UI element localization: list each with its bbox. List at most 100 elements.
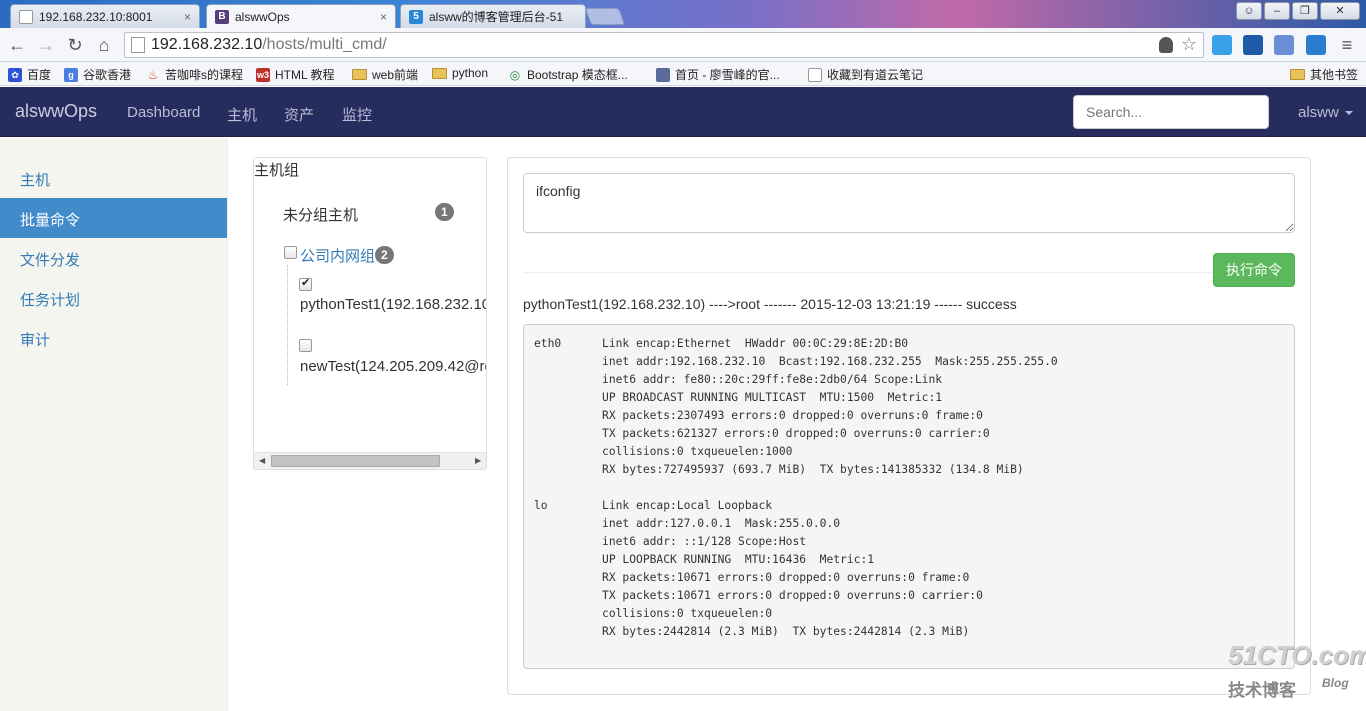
minimize-icon[interactable]: – xyxy=(1264,2,1290,20)
run-command-button[interactable]: 执行命令 xyxy=(1213,253,1295,287)
url-path: /hosts/multi_cmd/ xyxy=(262,36,387,53)
browser-tab-2[interactable]: B alswwOps × xyxy=(206,4,396,29)
page-icon xyxy=(131,37,145,53)
extension-icon[interactable] xyxy=(1306,35,1326,55)
host-label-newtest[interactable]: newTest(124.205.209.42@root) xyxy=(300,358,486,375)
bookmark-label: 百度 xyxy=(27,68,52,82)
watermark-brand: 51CTO.com xyxy=(1228,640,1366,670)
folder-icon xyxy=(352,69,367,80)
google-icon: g xyxy=(64,67,78,82)
browser-tab-title: alswwOps xyxy=(235,10,290,24)
bookmark-label: HTML 教程 xyxy=(275,68,335,82)
sidebar-item-file-distribution[interactable]: 文件分发 xyxy=(0,238,227,278)
nav-monitor[interactable]: 监控 xyxy=(342,104,372,125)
browser-tab-3[interactable]: 5 alsww的博客管理后台-51 xyxy=(400,4,586,28)
flame-icon: ♨ xyxy=(147,67,159,82)
brand-logo[interactable]: alswwOps xyxy=(15,101,97,122)
bookmarks-bar: ✿ 百度 g 谷歌香港 ♨ 苦咖啡s的课程 w3 HTML 教程 web前端 pytho… xyxy=(0,62,1366,86)
bookmark-label: 其他书签 xyxy=(1310,68,1359,82)
window-close-icon[interactable]: ✕ xyxy=(1320,2,1360,20)
sidebar-item-hosts[interactable]: 主机 xyxy=(0,158,227,198)
company-group-link[interactable]: 公司内网组 xyxy=(300,245,375,266)
bookmark[interactable]: ✿ 百度 xyxy=(8,66,51,83)
bookmark-label: 谷歌香港 xyxy=(83,68,132,82)
sidebar-item-batch-command[interactable]: 批量命令 xyxy=(0,198,227,238)
scroll-right-arrow-icon[interactable]: ▶ xyxy=(475,456,481,465)
bootstrap-bm-icon: ◎ xyxy=(509,67,521,82)
bookmark-label: Bootstrap 模态框... xyxy=(527,68,628,82)
star-icon[interactable]: ☆ xyxy=(1181,34,1197,55)
close-icon[interactable]: × xyxy=(184,10,191,24)
url-host: 192.168.232.10 xyxy=(151,36,263,53)
host-label-pythontest1[interactable]: pythonTest1(192.168.232.10@root) xyxy=(300,296,486,313)
menu-icon[interactable]: ≡ xyxy=(1338,35,1356,55)
bookmark[interactable]: web前端 xyxy=(352,66,418,83)
forward-icon[interactable]: → xyxy=(35,34,57,56)
host-row: newTest(124.205.209.42@root) xyxy=(300,358,486,375)
w3school-icon: w3 xyxy=(256,67,270,82)
browser-tab-title: alsww的博客管理后台-51 xyxy=(429,10,564,24)
lightbulb-icon[interactable] xyxy=(1159,37,1173,53)
browser-tab-strip: 192.168.232.10:8001 × B alswwOps × 5 als… xyxy=(0,0,1366,29)
back-icon[interactable]: ← xyxy=(6,34,28,56)
profile-icon[interactable]: ☺ xyxy=(1236,2,1262,20)
result-header: pythonTest1(192.168.232.10) ---->root --… xyxy=(523,296,1017,312)
bookmark[interactable]: 其他书签 xyxy=(1290,66,1358,83)
bookmark[interactable]: ♨ 苦咖啡s的课程 xyxy=(146,66,243,83)
window-controls: ☺ – ❐ ✕ xyxy=(1236,2,1360,20)
bookmark[interactable]: 收藏到有道云笔记 xyxy=(808,66,923,83)
company-group-count-badge: 2 xyxy=(375,246,394,264)
app-navbar: alswwOps Dashboard 主机 资产 监控 alsww xyxy=(0,87,1366,137)
bootstrap-icon: B xyxy=(215,10,229,24)
user-menu[interactable]: alsww xyxy=(1298,104,1353,121)
extension-icon[interactable] xyxy=(1243,35,1263,55)
bookmark[interactable]: w3 HTML 教程 xyxy=(256,66,335,83)
host-row: pythonTest1(192.168.232.10@root) xyxy=(300,296,486,313)
caret-down-icon xyxy=(1344,111,1353,116)
host-checkbox-newtest[interactable] xyxy=(299,339,312,352)
nav-hosts[interactable]: 主机 xyxy=(227,104,257,125)
watermark-logo: 51CTO.com 技术博客 Blog xyxy=(1228,640,1366,700)
bookmark[interactable]: ◎ Bootstrap 模态框... xyxy=(508,66,628,83)
sidebar: 主机 批量命令 文件分发 任务计划 审计 xyxy=(0,138,228,711)
horizontal-scrollbar[interactable]: ◀ ▶ xyxy=(254,452,486,469)
folder-icon xyxy=(432,67,447,79)
host-groups-title: 主机组 xyxy=(254,162,300,179)
browser-tab-1[interactable]: 192.168.232.10:8001 × xyxy=(10,4,200,28)
page-icon xyxy=(19,9,33,24)
51cto-icon: 5 xyxy=(409,9,423,24)
folder-icon xyxy=(1290,69,1305,80)
maximize-icon[interactable]: ❐ xyxy=(1292,2,1318,20)
tree-connector xyxy=(287,265,288,385)
browser-toolbar: ← → ↻ ⌂ 192.168.232.10/hosts/multi_cmd/ … xyxy=(0,28,1366,62)
ungrouped-hosts-link[interactable]: 未分组主机 xyxy=(283,204,358,225)
extension-icon[interactable] xyxy=(1212,35,1232,55)
scroll-left-arrow-icon[interactable]: ◀ xyxy=(259,456,265,465)
nav-dashboard[interactable]: Dashboard xyxy=(127,104,200,121)
watermark-blog: Blog xyxy=(1322,676,1349,690)
watermark-subtitle: 技术博客 xyxy=(1228,681,1296,700)
page-icon xyxy=(808,67,822,82)
command-input[interactable] xyxy=(523,173,1295,233)
scrollbar-thumb[interactable] xyxy=(271,455,440,467)
browser-tab-title: 192.168.232.10:8001 xyxy=(39,9,153,24)
sidebar-item-audit[interactable]: 审计 xyxy=(0,318,227,358)
host-checkbox-pythontest1[interactable] xyxy=(299,276,312,291)
bookmark[interactable]: g 谷歌香港 xyxy=(64,66,131,83)
reload-icon[interactable]: ↻ xyxy=(64,34,86,56)
bookmark-label: 收藏到有道云笔记 xyxy=(827,68,924,82)
address-bar[interactable]: 192.168.232.10/hosts/multi_cmd/ ☆ xyxy=(124,32,1204,58)
bookmark[interactable]: python xyxy=(432,66,488,80)
sidebar-item-scheduled-tasks[interactable]: 任务计划 xyxy=(0,278,227,318)
command-output: eth0 Link encap:Ethernet HWaddr 00:0C:29… xyxy=(523,324,1295,669)
company-group-checkbox[interactable] xyxy=(284,246,297,259)
search-input[interactable] xyxy=(1073,95,1269,129)
bookmark[interactable]: 首页 - 廖雪峰的官... xyxy=(656,66,780,83)
nav-assets[interactable]: 资产 xyxy=(284,104,314,125)
home-icon[interactable]: ⌂ xyxy=(93,34,115,56)
new-tab-button[interactable] xyxy=(584,8,626,25)
bookmark-label: 首页 - 廖雪峰的官... xyxy=(675,68,780,82)
baidu-icon: ✿ xyxy=(8,67,22,82)
close-icon[interactable]: × xyxy=(380,10,387,24)
translate-icon[interactable] xyxy=(1274,35,1294,55)
